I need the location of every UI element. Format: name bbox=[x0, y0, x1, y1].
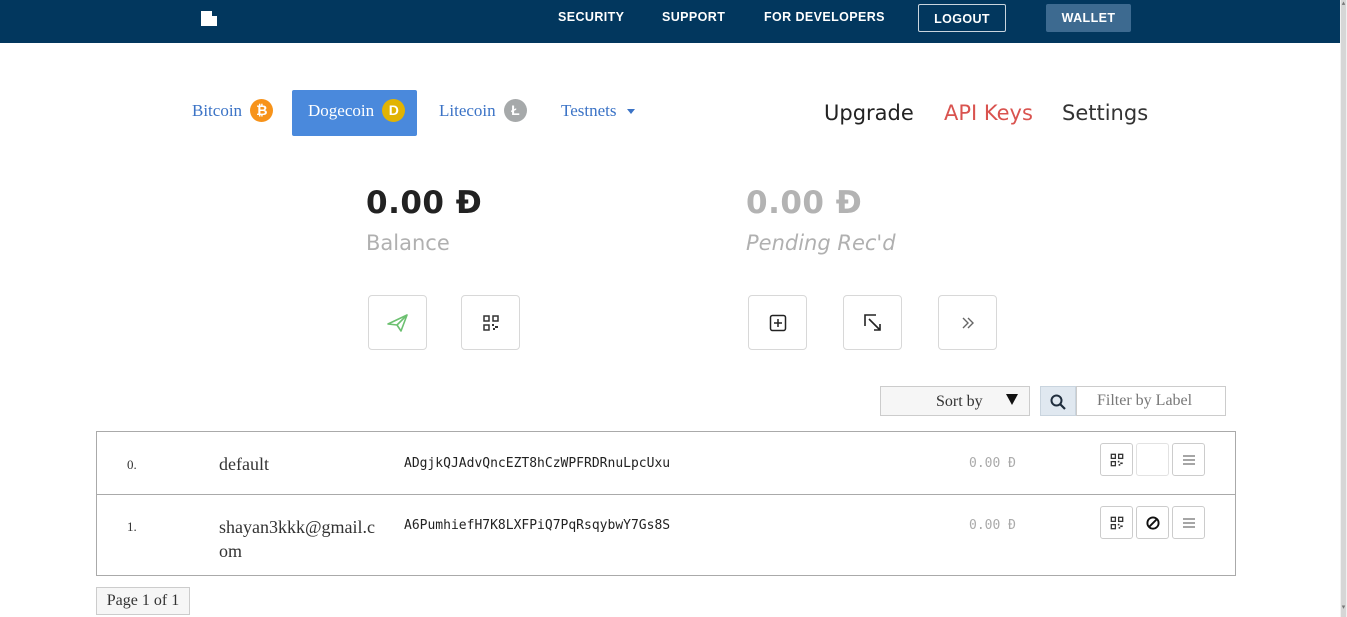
row-balance: 0.00 Đ bbox=[969, 456, 1016, 471]
dropdown-arrow-icon bbox=[1006, 394, 1018, 405]
balance-label: Balance bbox=[366, 231, 450, 255]
row-menu-button[interactable] bbox=[1172, 443, 1205, 476]
tab-dogecoin-label: Dogecoin bbox=[308, 101, 375, 120]
pending-amount: 0.00 Đ bbox=[746, 185, 863, 221]
row-label: default bbox=[219, 454, 269, 474]
logo-icon[interactable] bbox=[201, 11, 217, 26]
sort-by-label: Sort by bbox=[936, 393, 983, 410]
row-qr-button[interactable] bbox=[1100, 443, 1133, 476]
search-icon bbox=[1050, 394, 1066, 410]
table-row: 0. default ADgjkQJAdvQncEZT8hCzWPFRDRnuL… bbox=[97, 432, 1235, 495]
hamburger-menu-icon bbox=[1182, 454, 1195, 465]
row-index: 1. bbox=[127, 519, 137, 534]
litecoin-icon: Ł bbox=[503, 98, 527, 122]
tab-bitcoin-label: Bitcoin bbox=[192, 101, 243, 120]
pending-label: Pending Rec'd bbox=[746, 231, 896, 255]
page-scrollbar[interactable]: ▴ ▾ bbox=[1340, 0, 1347, 617]
add-address-button[interactable] bbox=[748, 295, 807, 350]
row-label: shayan3kkk@gmail.com bbox=[219, 517, 376, 561]
send-button[interactable] bbox=[368, 295, 427, 350]
row-index: 0. bbox=[127, 457, 137, 472]
tab-litecoin-label: Litecoin bbox=[439, 101, 496, 120]
qr-code-icon bbox=[1110, 516, 1123, 529]
add-address-icon bbox=[769, 314, 786, 331]
upgrade-link[interactable]: Upgrade bbox=[824, 101, 914, 125]
logout-button[interactable]: LOGOUT bbox=[918, 4, 1006, 32]
wallet-button[interactable]: WALLET bbox=[1046, 4, 1131, 32]
hamburger-menu-icon bbox=[1182, 517, 1195, 528]
receive-button[interactable] bbox=[843, 295, 902, 350]
scrollbar-thumb[interactable] bbox=[1341, 0, 1346, 617]
row-qr-button[interactable] bbox=[1100, 506, 1133, 539]
nav-support-link[interactable]: SUPPORT bbox=[662, 10, 725, 24]
sort-by-select[interactable]: Sort by bbox=[880, 386, 1030, 416]
search-button[interactable] bbox=[1040, 386, 1076, 416]
more-actions-button[interactable] bbox=[938, 295, 997, 350]
row-disable-button[interactable] bbox=[1136, 506, 1169, 539]
nav-developers-link[interactable]: FOR DEVELOPERS bbox=[764, 10, 885, 24]
row-balance: 0.00 Đ bbox=[969, 518, 1016, 533]
qr-code-icon bbox=[482, 314, 499, 331]
row-address[interactable]: A6PumhiefH7K8LXFPiQ7PqRsqybwY7Gs8S bbox=[404, 518, 670, 533]
receive-icon bbox=[863, 313, 881, 331]
nav-security-link[interactable]: SECURITY bbox=[558, 10, 624, 24]
pagination-indicator[interactable]: Page 1 of 1 bbox=[96, 587, 190, 615]
filter-by-label-input[interactable] bbox=[1076, 386, 1226, 416]
double-chevron-right-icon bbox=[962, 317, 974, 328]
balance-amount: 0.00 Đ bbox=[366, 185, 483, 221]
send-icon bbox=[386, 313, 408, 332]
scroll-down-icon[interactable]: ▾ bbox=[1340, 604, 1347, 612]
ban-icon bbox=[1145, 515, 1160, 530]
table-row: 1. shayan3kkk@gmail.com A6PumhiefH7K8LXF… bbox=[97, 495, 1235, 575]
bitcoin-icon: ₿ bbox=[250, 98, 274, 122]
api-keys-link[interactable]: API Keys bbox=[944, 101, 1033, 125]
qr-code-icon bbox=[1110, 453, 1123, 466]
caret-down-icon bbox=[626, 108, 635, 114]
tab-testnets-label: Testnets bbox=[561, 101, 617, 120]
scroll-up-icon[interactable]: ▴ bbox=[1340, 0, 1347, 8]
dogecoin-icon: D bbox=[382, 98, 406, 122]
tab-dogecoin[interactable]: Dogecoin D bbox=[292, 90, 417, 136]
address-table: 0. default ADgjkQJAdvQncEZT8hCzWPFRDRnuL… bbox=[96, 431, 1236, 576]
row-menu-button[interactable] bbox=[1172, 506, 1205, 539]
row-empty-button[interactable] bbox=[1136, 443, 1169, 476]
tab-litecoin[interactable]: Litecoin Ł bbox=[439, 90, 527, 136]
tab-testnets-dropdown[interactable]: Testnets bbox=[561, 90, 635, 136]
qr-code-button[interactable] bbox=[461, 295, 520, 350]
top-navbar: SECURITY SUPPORT FOR DEVELOPERS LOGOUT W… bbox=[0, 0, 1340, 43]
settings-link[interactable]: Settings bbox=[1062, 101, 1148, 125]
tab-bitcoin[interactable]: Bitcoin ₿ bbox=[192, 90, 274, 136]
row-address[interactable]: ADgjkQJAdvQncEZT8hCzWPFRDRnuLpcUxu bbox=[404, 456, 670, 471]
